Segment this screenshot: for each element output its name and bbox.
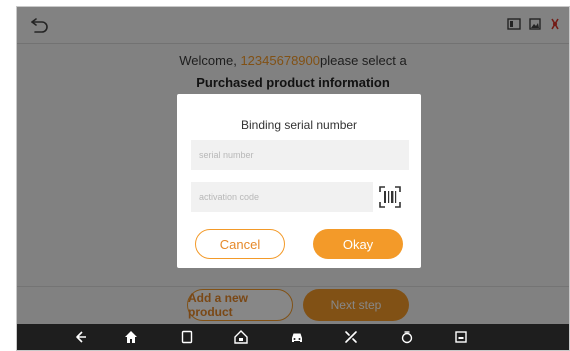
serial-number-input[interactable] bbox=[191, 140, 409, 170]
car-icon[interactable] bbox=[289, 329, 305, 345]
cancel-button[interactable]: Cancel bbox=[195, 229, 285, 259]
tablet-screen: Welcome, 12345678900please select a Purc… bbox=[16, 6, 570, 351]
okay-button[interactable]: Okay bbox=[313, 229, 403, 259]
dialog-title: Binding serial number bbox=[240, 118, 358, 132]
diagnose-home-icon[interactable] bbox=[233, 329, 249, 345]
activation-code-input[interactable] bbox=[191, 182, 373, 212]
barcode-scan-icon[interactable] bbox=[377, 184, 403, 210]
binding-dialog: Binding serial number Cancel Okay bbox=[177, 94, 421, 268]
home-icon[interactable] bbox=[123, 329, 139, 345]
gallery-icon[interactable] bbox=[453, 329, 469, 345]
recent-apps-icon[interactable] bbox=[179, 329, 195, 345]
system-nav-bar bbox=[17, 324, 569, 350]
tools-icon[interactable] bbox=[343, 329, 359, 345]
back-icon[interactable] bbox=[73, 329, 89, 345]
screenshot-icon[interactable] bbox=[399, 329, 415, 345]
